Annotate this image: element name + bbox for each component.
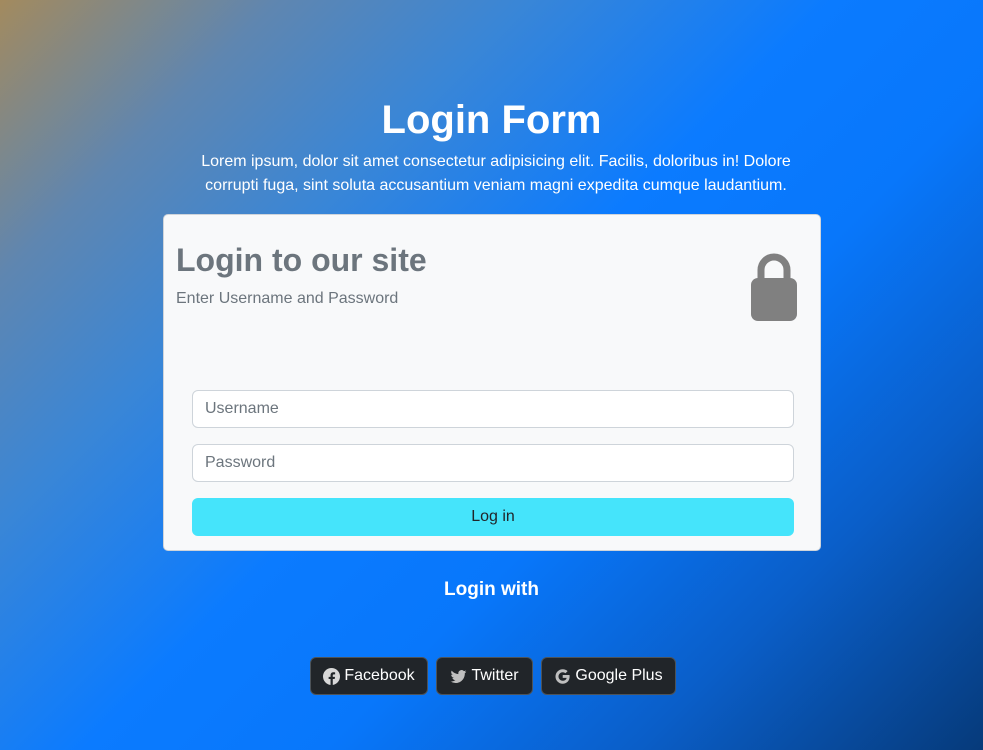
google-plus-button[interactable]: Google Plus xyxy=(541,657,676,695)
lock-icon xyxy=(751,248,797,321)
page-title: Login Form xyxy=(381,98,602,142)
login-button[interactable]: Log in xyxy=(192,498,794,536)
username-input[interactable] xyxy=(192,390,794,428)
twitter-button[interactable]: Twitter xyxy=(436,657,533,695)
twitter-icon xyxy=(450,668,467,685)
google-icon xyxy=(554,668,571,685)
card-subheading: Enter Username and Password xyxy=(176,290,399,307)
login-with-heading: Login with xyxy=(444,579,539,600)
card-heading: Login to our site xyxy=(176,242,427,278)
page-description: Lorem ipsum, dolor sit amet consectetur … xyxy=(201,153,791,194)
facebook-label: Facebook xyxy=(344,667,415,684)
google-plus-label: Google Plus xyxy=(575,667,663,684)
password-input[interactable] xyxy=(192,444,794,482)
facebook-icon xyxy=(323,667,341,685)
facebook-button[interactable]: Facebook xyxy=(310,657,428,695)
twitter-label: Twitter xyxy=(471,667,519,684)
